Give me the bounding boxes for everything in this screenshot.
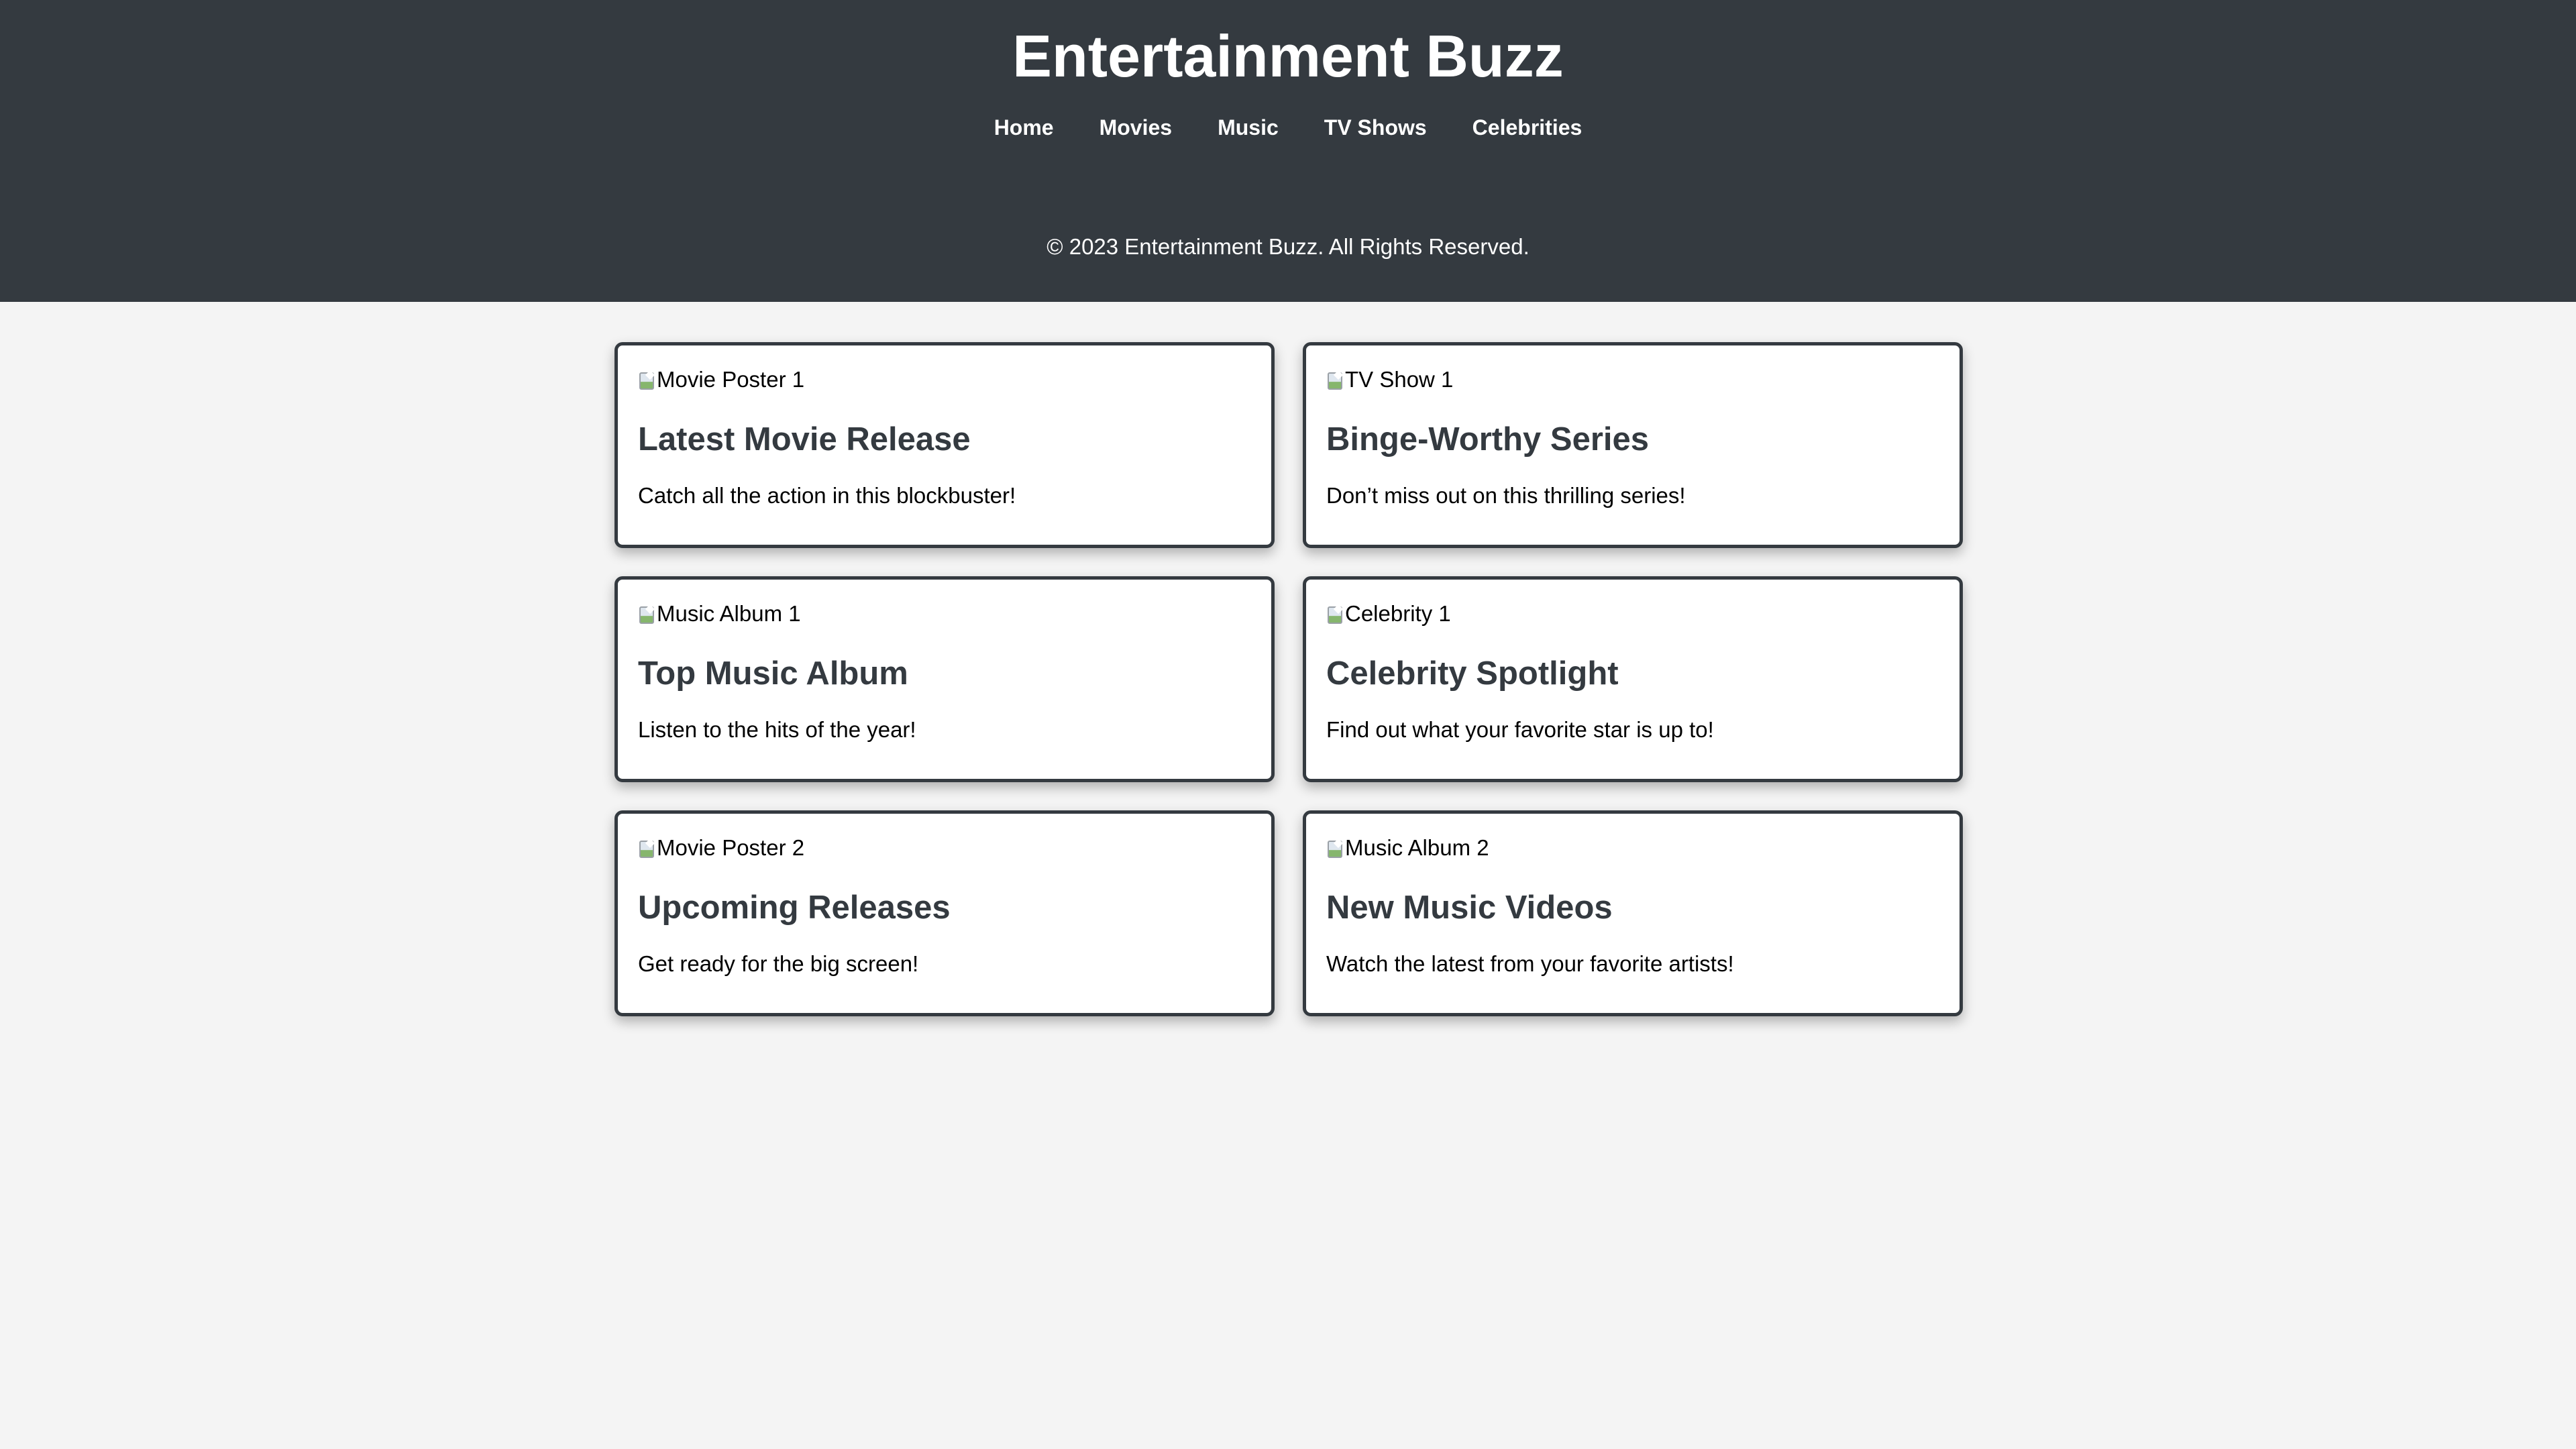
card-description: Watch the latest from your favorite arti… xyxy=(1326,951,1734,976)
card-image-alt-text: Music Album 1 xyxy=(657,601,801,626)
content-card-latest-movie[interactable]: Movie Poster 1 Latest Movie Release Catc… xyxy=(614,342,1275,548)
card-image-placeholder: Movie Poster 1 xyxy=(638,365,1251,394)
broken-image-icon xyxy=(638,370,654,390)
content-card-top-music-album[interactable]: Music Album 1 Top Music Album Listen to … xyxy=(614,576,1275,782)
nav-link-home[interactable]: Home xyxy=(971,113,1077,142)
content-card-upcoming-releases[interactable]: Movie Poster 2 Upcoming Releases Get rea… xyxy=(614,810,1275,1016)
card-image-placeholder: TV Show 1 xyxy=(1326,365,1939,394)
main-navigation: Home Movies Music TV Shows Celebrities xyxy=(0,113,2576,142)
card-image-alt-text: Movie Poster 1 xyxy=(657,367,805,392)
card-description: Get ready for the big screen! xyxy=(638,951,919,976)
copyright-text: © 2023 Entertainment Buzz. All Rights Re… xyxy=(1046,234,1529,259)
card-description: Listen to the hits of the year! xyxy=(638,717,916,742)
card-image-alt-text: Music Album 2 xyxy=(1345,835,1489,860)
card-title: New Music Videos xyxy=(1326,890,1613,926)
nav-link-tv-shows[interactable]: TV Shows xyxy=(1301,113,1450,142)
nav-link-celebrities[interactable]: Celebrities xyxy=(1450,113,1605,142)
nav-link-movies[interactable]: Movies xyxy=(1077,113,1195,142)
card-title: Top Music Album xyxy=(638,655,908,692)
card-title: Binge-Worthy Series xyxy=(1326,421,1650,458)
card-title: Upcoming Releases xyxy=(638,890,951,926)
content-card-grid: Movie Poster 1 Latest Movie Release Catc… xyxy=(614,342,1963,1016)
card-image-alt-text: TV Show 1 xyxy=(1345,367,1454,392)
card-description: Don’t miss out on this thrilling series! xyxy=(1326,483,1686,508)
card-title: Celebrity Spotlight xyxy=(1326,655,1619,692)
card-image-placeholder: Music Album 1 xyxy=(638,599,1251,629)
broken-image-icon xyxy=(1326,838,1342,858)
broken-image-icon xyxy=(1326,604,1342,624)
site-title: Entertainment Buzz xyxy=(1012,23,1564,89)
card-title: Latest Movie Release xyxy=(638,421,971,458)
card-image-placeholder: Celebrity 1 xyxy=(1326,599,1939,629)
card-image-placeholder: Music Album 2 xyxy=(1326,833,1939,863)
content-card-celebrity-spotlight[interactable]: Celebrity 1 Celebrity Spotlight Find out… xyxy=(1303,576,1963,782)
content-card-new-music-videos[interactable]: Music Album 2 New Music Videos Watch the… xyxy=(1303,810,1963,1016)
broken-image-icon xyxy=(638,838,654,858)
broken-image-icon xyxy=(1326,370,1342,390)
card-image-alt-text: Celebrity 1 xyxy=(1345,601,1451,626)
broken-image-icon xyxy=(638,604,654,624)
card-description: Find out what your favorite star is up t… xyxy=(1326,717,1714,742)
content-card-binge-worthy-series[interactable]: TV Show 1 Binge-Worthy Series Don’t miss… xyxy=(1303,342,1963,548)
nav-link-music[interactable]: Music xyxy=(1195,113,1301,142)
card-description: Catch all the action in this blockbuster… xyxy=(638,483,1016,508)
card-image-placeholder: Movie Poster 2 xyxy=(638,833,1251,863)
card-image-alt-text: Movie Poster 2 xyxy=(657,835,805,860)
site-header: Entertainment Buzz Home Movies Music TV … xyxy=(0,0,2576,302)
